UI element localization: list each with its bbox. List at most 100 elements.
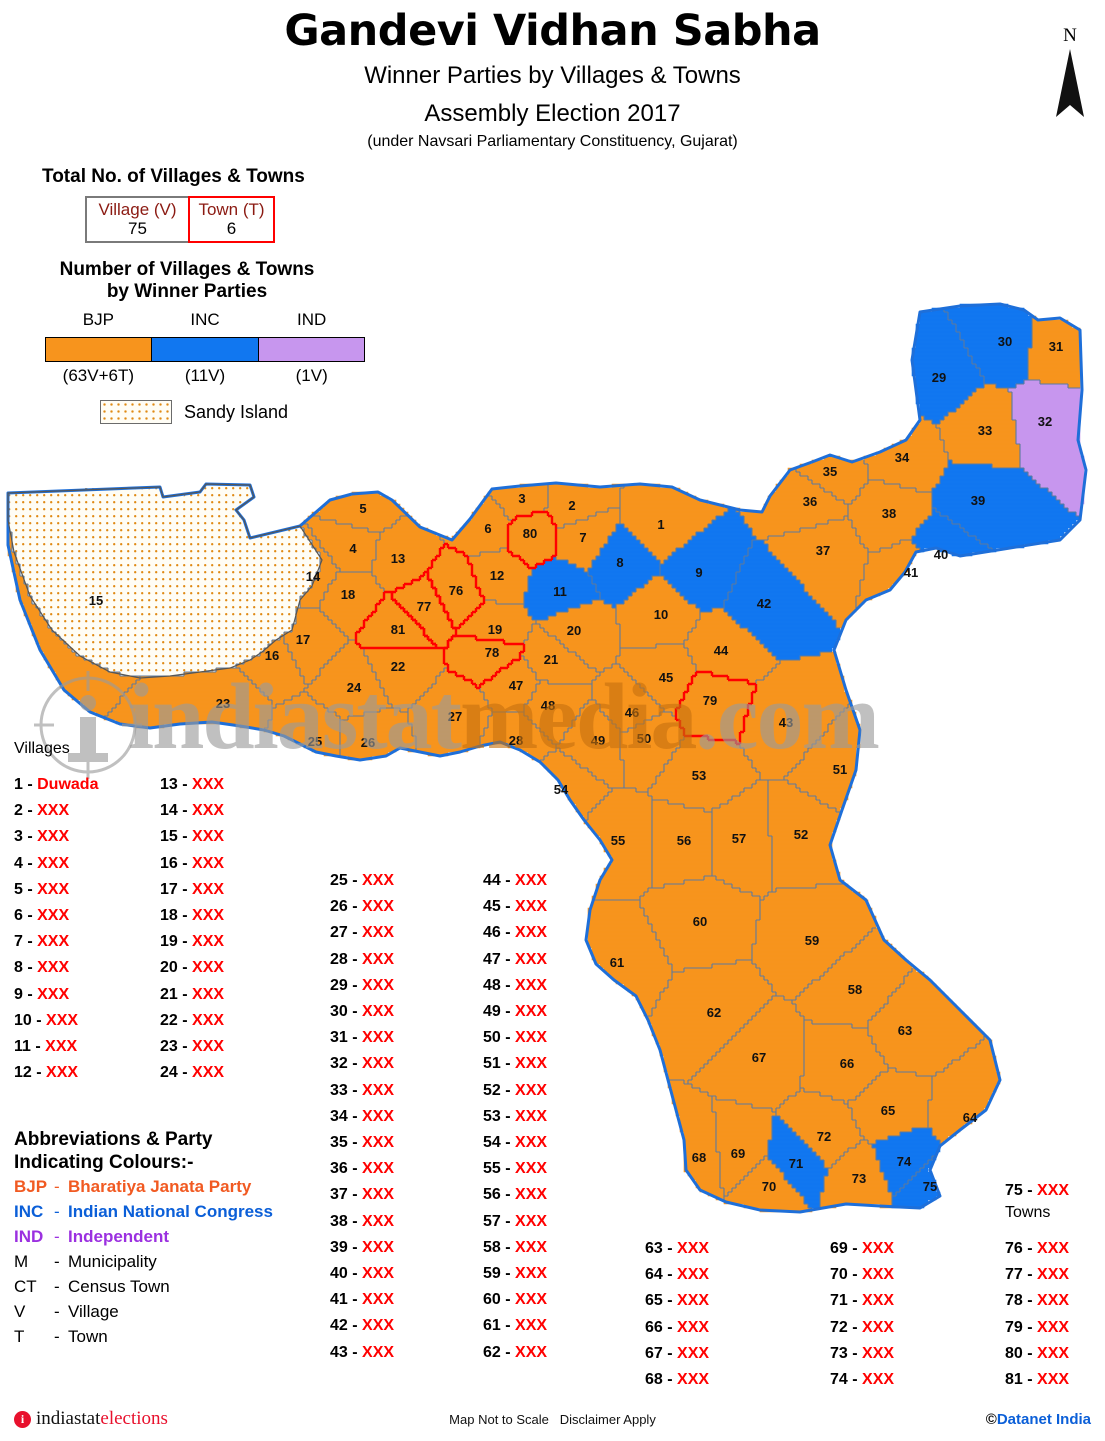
- list-item[interactable]: 47 - XXX: [483, 947, 547, 973]
- list-item[interactable]: 25 - XXX: [330, 868, 394, 894]
- list-item[interactable]: 69 - XXX: [830, 1236, 894, 1262]
- list-item[interactable]: 4 - XXX: [14, 851, 98, 877]
- list-item-name: XXX: [37, 880, 70, 898]
- list-item-number: 67: [645, 1344, 663, 1362]
- village-list-column-7: 75 - XXX: [1005, 1178, 1069, 1204]
- list-item[interactable]: 42 - XXX: [330, 1313, 394, 1339]
- list-item[interactable]: 50 - XXX: [483, 1025, 547, 1051]
- list-item[interactable]: 80 - XXX: [1005, 1341, 1069, 1367]
- list-item[interactable]: 54 - XXX: [483, 1130, 547, 1156]
- list-item-number: 12: [14, 1064, 32, 1082]
- list-item[interactable]: 63 - XXX: [645, 1236, 709, 1262]
- list-item[interactable]: 81 - XXX: [1005, 1367, 1069, 1393]
- list-item[interactable]: 13 - XXX: [160, 772, 224, 798]
- list-item[interactable]: 34 - XXX: [330, 1104, 394, 1130]
- list-item[interactable]: 53 - XXX: [483, 1104, 547, 1130]
- list-item[interactable]: 2 - XXX: [14, 798, 98, 824]
- list-item[interactable]: 56 - XXX: [483, 1182, 547, 1208]
- list-item[interactable]: 48 - XXX: [483, 973, 547, 999]
- list-item[interactable]: 61 - XXX: [483, 1313, 547, 1339]
- list-item-name: XXX: [192, 880, 225, 898]
- list-item[interactable]: 10 - XXX: [14, 1008, 98, 1034]
- list-item[interactable]: 37 - XXX: [330, 1182, 394, 1208]
- list-item[interactable]: 66 - XXX: [645, 1315, 709, 1341]
- list-item[interactable]: 75 - XXX: [1005, 1178, 1069, 1204]
- list-item[interactable]: 70 - XXX: [830, 1262, 894, 1288]
- list-item[interactable]: 18 - XXX: [160, 903, 224, 929]
- list-item[interactable]: 46 - XXX: [483, 920, 547, 946]
- list-item[interactable]: 72 - XXX: [830, 1315, 894, 1341]
- list-item[interactable]: 60 - XXX: [483, 1287, 547, 1313]
- list-item[interactable]: 27 - XXX: [330, 920, 394, 946]
- list-item[interactable]: 40 - XXX: [330, 1261, 394, 1287]
- map-region-label-62: 62: [707, 1005, 721, 1020]
- list-item[interactable]: 32 - XXX: [330, 1051, 394, 1077]
- list-item-name: XXX: [362, 1003, 395, 1021]
- list-item[interactable]: 9 - XXX: [14, 982, 98, 1008]
- list-item-number: 63: [645, 1240, 663, 1257]
- list-item[interactable]: 78 - XXX: [1005, 1288, 1069, 1314]
- list-item[interactable]: 5 - XXX: [14, 877, 98, 903]
- page-subtitle-3: (under Navsari Parliamentary Constituenc…: [367, 133, 738, 150]
- list-item-name: XXX: [515, 1081, 548, 1099]
- list-item[interactable]: 28 - XXX: [330, 947, 394, 973]
- list-item[interactable]: 31 - XXX: [330, 1025, 394, 1051]
- list-item[interactable]: 64 - XXX: [645, 1262, 709, 1288]
- list-item[interactable]: 17 - XXX: [160, 877, 224, 903]
- list-item[interactable]: 26 - XXX: [330, 894, 394, 920]
- list-item[interactable]: 55 - XXX: [483, 1156, 547, 1182]
- list-item[interactable]: 11 - XXX: [14, 1034, 98, 1060]
- list-item[interactable]: 68 - XXX: [645, 1367, 709, 1393]
- list-item[interactable]: 51 - XXX: [483, 1051, 547, 1077]
- list-item-number: 3: [14, 828, 23, 846]
- list-item[interactable]: 14 - XXX: [160, 798, 224, 824]
- list-item[interactable]: 35 - XXX: [330, 1130, 394, 1156]
- list-item[interactable]: 19 - XXX: [160, 929, 224, 955]
- list-item[interactable]: 65 - XXX: [645, 1288, 709, 1314]
- list-item[interactable]: 20 - XXX: [160, 955, 224, 981]
- list-item[interactable]: 30 - XXX: [330, 999, 394, 1025]
- list-item[interactable]: 71 - XXX: [830, 1288, 894, 1314]
- map-region-label-14: 14: [306, 569, 321, 584]
- list-item[interactable]: 15 - XXX: [160, 824, 224, 850]
- list-item[interactable]: 73 - XXX: [830, 1341, 894, 1367]
- list-item[interactable]: 3 - XXX: [14, 824, 98, 850]
- list-item[interactable]: 24 - XXX: [160, 1060, 224, 1086]
- list-item[interactable]: 62 - XXX: [483, 1340, 547, 1366]
- list-item[interactable]: 36 - XXX: [330, 1156, 394, 1182]
- list-item[interactable]: 23 - XXX: [160, 1034, 224, 1060]
- list-item-number: 58: [483, 1238, 501, 1256]
- list-item[interactable]: 6 - XXX: [14, 903, 98, 929]
- list-item[interactable]: 76 - XXX: [1005, 1236, 1069, 1262]
- list-item[interactable]: 45 - XXX: [483, 894, 547, 920]
- list-item[interactable]: 79 - XXX: [1005, 1315, 1069, 1341]
- list-item[interactable]: 8 - XXX: [14, 955, 98, 981]
- list-item[interactable]: 29 - XXX: [330, 973, 394, 999]
- list-item[interactable]: 67 - XXX: [645, 1341, 709, 1367]
- list-item[interactable]: 49 - XXX: [483, 999, 547, 1025]
- map-region-label-28: 28: [509, 733, 523, 748]
- list-item[interactable]: 41 - XXX: [330, 1287, 394, 1313]
- list-item-name: XXX: [515, 1055, 548, 1073]
- list-item[interactable]: 7 - XXX: [14, 929, 98, 955]
- list-item[interactable]: 39 - XXX: [330, 1235, 394, 1261]
- list-item[interactable]: 59 - XXX: [483, 1261, 547, 1287]
- list-item[interactable]: 77 - XXX: [1005, 1262, 1069, 1288]
- list-item[interactable]: 12 - XXX: [14, 1060, 98, 1086]
- map-region-label-7: 7: [579, 530, 586, 545]
- list-item-number: 60: [483, 1291, 501, 1309]
- list-item[interactable]: 74 - XXX: [830, 1367, 894, 1393]
- list-item[interactable]: 44 - XXX: [483, 868, 547, 894]
- list-item[interactable]: 52 - XXX: [483, 1078, 547, 1104]
- map-region-label-65: 65: [881, 1103, 895, 1118]
- list-item[interactable]: 16 - XXX: [160, 851, 224, 877]
- list-item[interactable]: 1 - Duwada: [14, 772, 98, 798]
- list-item-number: 16: [160, 854, 178, 872]
- list-item[interactable]: 22 - XXX: [160, 1008, 224, 1034]
- list-item[interactable]: 38 - XXX: [330, 1209, 394, 1235]
- list-item[interactable]: 43 - XXX: [330, 1340, 394, 1366]
- list-item[interactable]: 21 - XXX: [160, 982, 224, 1008]
- list-item[interactable]: 33 - XXX: [330, 1078, 394, 1104]
- list-item[interactable]: 57 - XXX: [483, 1209, 547, 1235]
- list-item[interactable]: 58 - XXX: [483, 1235, 547, 1261]
